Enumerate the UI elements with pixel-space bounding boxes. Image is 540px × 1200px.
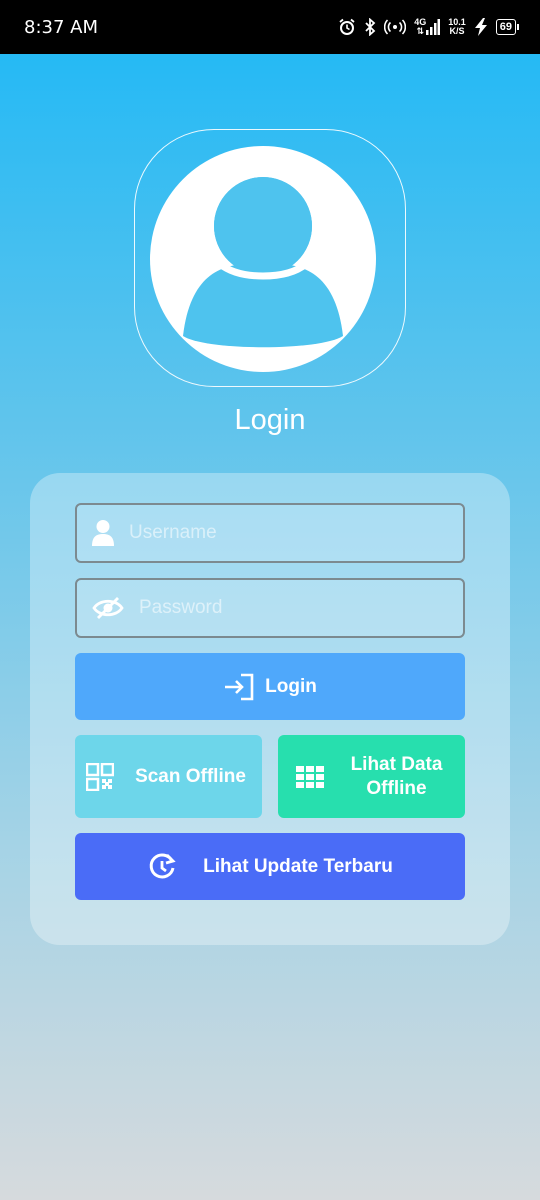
mobile-signal-icon: 4G ⇅ [414, 18, 441, 36]
charging-icon [474, 18, 488, 36]
login-button[interactable]: Login [75, 653, 465, 720]
bluetooth-icon [364, 18, 376, 36]
qr-code-icon [75, 762, 125, 791]
lihat-update-terbaru-button[interactable]: Lihat Update Terbaru [75, 833, 465, 900]
history-icon [147, 852, 177, 882]
lihat-data-offline-button[interactable]: Lihat Data Offline [278, 735, 465, 818]
alarm-icon [338, 18, 356, 36]
user-avatar-icon [150, 146, 376, 372]
username-input[interactable] [129, 522, 429, 544]
lihat-data-offline-line2: Offline [366, 777, 427, 799]
status-bar: 8:37 AM 4G ⇅ 10.1 K/S 69 [0, 0, 540, 54]
eye-slash-icon[interactable] [77, 596, 139, 620]
lihat-data-offline-label: Lihat Data Offline [342, 753, 465, 801]
password-input[interactable] [139, 597, 439, 619]
login-button-label: Login [265, 675, 317, 697]
speed-unit: K/S [449, 26, 465, 36]
network-speed: 10.1 K/S [448, 18, 466, 36]
battery-indicator: 69 [495, 19, 520, 35]
scan-offline-label: Scan Offline [135, 765, 246, 787]
user-icon [77, 519, 129, 547]
status-icons: 4G ⇅ 10.1 K/S 69 [338, 18, 520, 36]
page-title: Login [234, 404, 306, 436]
username-field[interactable] [75, 503, 465, 563]
password-field[interactable] [75, 578, 465, 638]
lihat-data-offline-line1: Lihat Data [350, 753, 443, 775]
hotspot-icon [384, 19, 407, 35]
sign-in-icon [223, 673, 255, 701]
grid-icon [278, 765, 342, 788]
scan-offline-button[interactable]: Scan Offline [75, 735, 262, 818]
status-time: 8:37 AM [24, 16, 98, 38]
update-button-label: Lihat Update Terbaru [203, 855, 393, 877]
